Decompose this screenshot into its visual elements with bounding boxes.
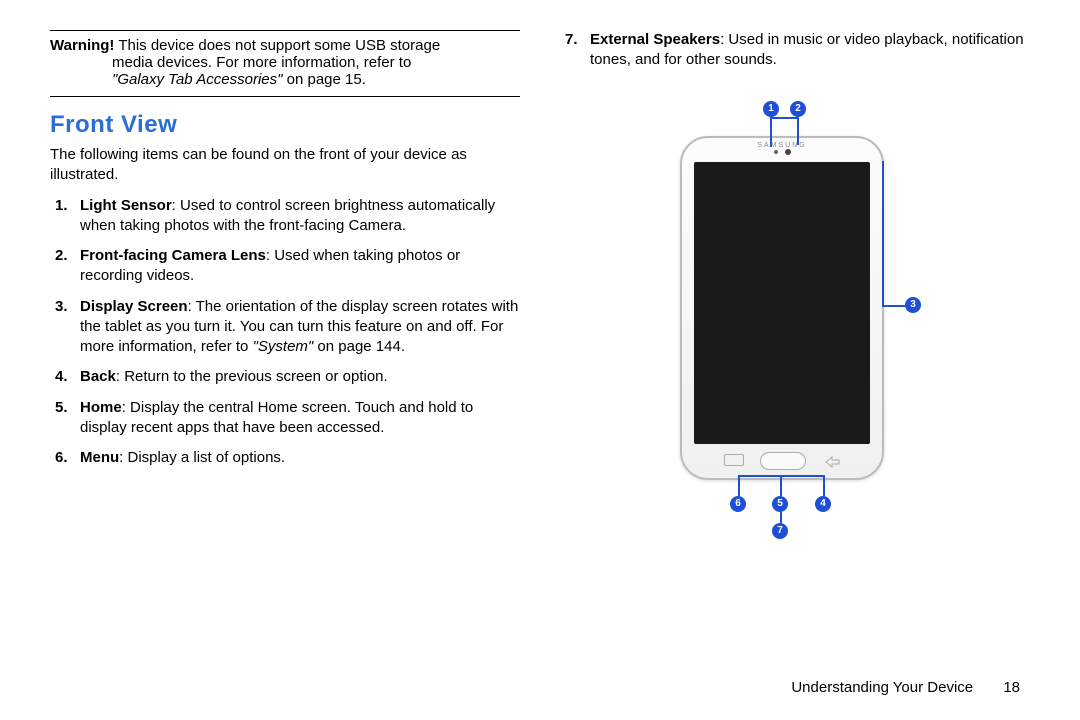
lead-line	[738, 475, 740, 496]
callout-6: 6	[730, 496, 746, 512]
page-footer: Understanding Your Device 18	[791, 679, 1020, 696]
list-item: Light Sensor: Used to control screen bri…	[80, 196, 520, 237]
callout-4: 4	[815, 496, 831, 512]
list-item: Back: Return to the previous screen or o…	[80, 367, 520, 387]
callout-2: 2	[790, 101, 806, 117]
lead-line	[780, 475, 782, 496]
menu-button-icon	[724, 454, 744, 466]
lead-line	[882, 161, 884, 307]
footer-section: Understanding Your Device	[791, 679, 973, 696]
display-screen	[694, 162, 870, 444]
home-button-icon	[760, 452, 806, 470]
lead-line	[770, 117, 772, 147]
feature-list: Light Sensor: Used to control screen bri…	[50, 196, 520, 469]
warning-label: Warning!	[50, 37, 114, 54]
warning-text-2: media devices. For more information, ref…	[112, 54, 411, 71]
warning-ref-italic: "Galaxy Tab Accessories"	[112, 71, 282, 88]
lead-line	[797, 117, 799, 145]
warning-ref-rest: on page 15.	[282, 71, 365, 88]
footer-page-number: 18	[1003, 679, 1020, 696]
callout-1: 1	[763, 101, 779, 117]
section-title: Front View	[50, 111, 520, 139]
list-item: Home: Display the central Home screen. T…	[80, 398, 520, 439]
lead-line	[780, 512, 782, 524]
lead-line	[823, 475, 825, 496]
list-item: Front-facing Camera Lens: Used when taki…	[80, 246, 520, 287]
callout-3: 3	[905, 297, 921, 313]
lead-line	[882, 305, 906, 307]
light-sensor-dot	[774, 150, 778, 154]
list-item: External Speakers: Used in music or vide…	[590, 30, 1030, 71]
warning-box: Warning! This device does not support so…	[50, 30, 520, 97]
callout-7: 7	[772, 523, 788, 539]
callout-5: 5	[772, 496, 788, 512]
lead-line	[770, 117, 799, 119]
tablet-body: SAMSUNG	[680, 136, 884, 480]
brand-label: SAMSUNG	[682, 142, 882, 149]
list-item: Display Screen: The orientation of the d…	[80, 297, 520, 358]
list-item: Menu: Display a list of options.	[80, 448, 520, 468]
feature-list-continued: External Speakers: Used in music or vide…	[560, 30, 1030, 71]
device-diagram: SAMSUNG 1 2 3	[630, 81, 960, 551]
warning-text-1: This device does not support some USB st…	[114, 37, 440, 54]
back-button-icon	[824, 456, 840, 468]
intro-text: The following items can be found on the …	[50, 145, 520, 186]
camera-dot	[785, 149, 791, 155]
